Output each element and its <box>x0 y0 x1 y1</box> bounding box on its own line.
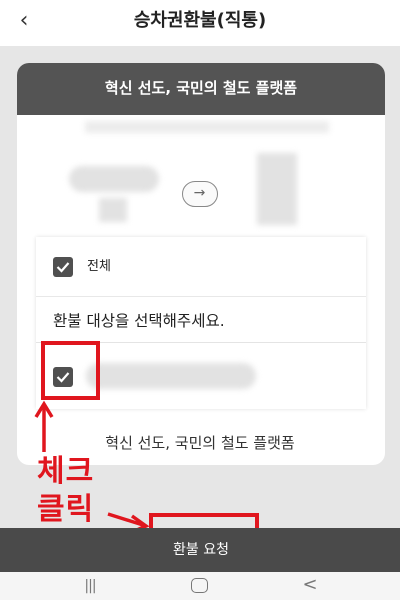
blurred-ticket-info <box>86 363 256 389</box>
refund-request-button[interactable]: 환불 요청 <box>148 528 254 572</box>
card-header: 혁신 선도, 국민의 철도 플랫폼 <box>17 63 385 115</box>
bottom-action-bar: 환불 요청 <box>0 528 400 572</box>
route-arrow-icon: → <box>182 181 218 207</box>
annotation-check-text: 체크 <box>37 454 95 489</box>
page-title: 승차권환불(직통) <box>133 10 267 31</box>
annotation-click-text: 클릭 <box>37 492 95 527</box>
blurred-departure-time <box>99 198 127 222</box>
check-icon <box>56 262 70 273</box>
select-all-label: 전체 <box>87 259 111 274</box>
card-header-text: 혁신 선도, 국민의 철도 플랫폼 <box>104 79 298 97</box>
refund-instruction: 환불 대상을 선택해주세요. <box>53 312 225 330</box>
blurred-arrival-station <box>257 153 297 225</box>
select-all-checkbox[interactable] <box>53 257 73 277</box>
blurred-departure-station <box>69 166 159 192</box>
recent-apps-icon[interactable]: ||| <box>80 576 100 596</box>
app-header: ‹ 승차권환불(직통) <box>0 0 400 46</box>
blurred-train-info <box>85 121 329 133</box>
annotation-checkbox-highlight <box>41 341 100 400</box>
select-all-row[interactable]: 전체 <box>36 237 366 297</box>
home-icon[interactable] <box>191 578 208 593</box>
back-nav-icon[interactable]: < <box>300 574 320 596</box>
system-nav-bar: ||| < <box>0 572 400 600</box>
